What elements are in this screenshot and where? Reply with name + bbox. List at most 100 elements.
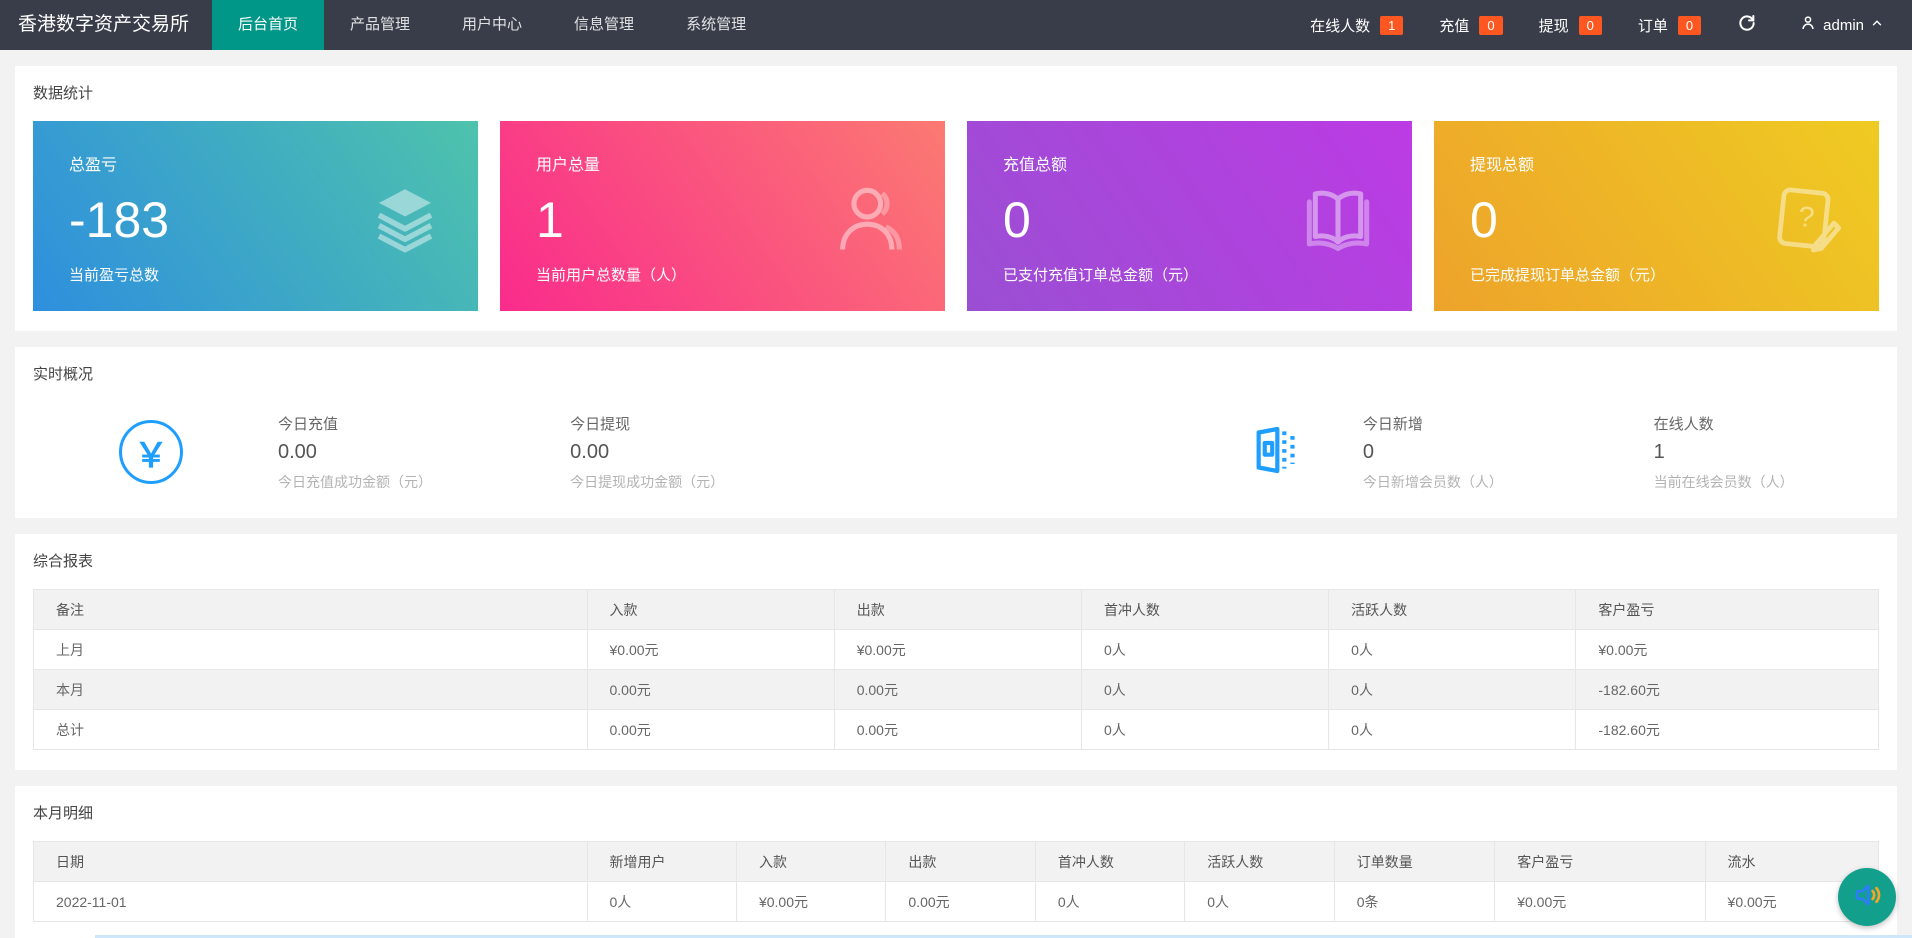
cell: 0人 [1328, 709, 1577, 750]
col-active-users: 活跃人数 [1328, 589, 1577, 630]
card-total-withdraw: 提现总额 0 已完成提现订单总金额（元） ? [1434, 121, 1879, 311]
col-first-charge: 首冲人数 [1080, 589, 1330, 630]
orders-stat[interactable]: 订单 0 [1638, 15, 1702, 36]
table-row-total: 总计 0.00元 0.00元 0人 0人 -182.60元 [33, 709, 1879, 750]
nav-item-users[interactable]: 用户中心 [436, 0, 548, 50]
nav-item-products[interactable]: 产品管理 [324, 0, 436, 50]
realtime-panel-title: 实时概况 [33, 366, 94, 383]
refresh-button[interactable] [1737, 13, 1757, 38]
card-subtitle: 当前盈亏总数 [69, 267, 160, 284]
user-icon [1793, 14, 1823, 36]
cell: -182.60元 [1575, 709, 1879, 750]
stats-panel-title: 数据统计 [33, 85, 94, 102]
cell: 0人 [1080, 709, 1330, 750]
cell: ¥0.00元 [586, 629, 835, 670]
cell: ¥0.00元 [833, 629, 1082, 670]
table-row-date: 2022-11-01 0人 ¥0.00元 0.00元 0人 0人 0条 ¥0.0… [33, 881, 1880, 922]
nav-item-home[interactable]: 后台首页 [212, 0, 325, 50]
online-count-stat[interactable]: 在线人数 1 [1310, 15, 1404, 36]
card-subtitle: 已支付充值订单总金额（元） [1003, 267, 1199, 284]
metric-value: 0 [1362, 440, 1374, 463]
cell: ¥0.00元 [735, 881, 887, 922]
withdraw-badge: 0 [1578, 15, 1602, 35]
recharge-label: 充值 [1439, 17, 1470, 35]
card-total-recharge: 充值总额 0 已支付充值订单总金额（元） [967, 121, 1412, 311]
recharge-badge: 0 [1479, 15, 1503, 35]
cell: 0.00元 [586, 709, 835, 750]
month-detail-title: 本月明细 [33, 805, 94, 822]
metric-desc: 今日提现成功金额（元） [570, 473, 725, 490]
user-name: admin [1823, 16, 1864, 34]
cell: 0人 [1328, 629, 1577, 670]
col-deposit: 入款 [735, 841, 887, 882]
col-deposit: 入款 [586, 589, 835, 630]
metric-today-recharge: 今日充值 0.00 今日充值成功金额（元） [278, 413, 475, 492]
card-total-users: 用户总量 1 当前用户总数量（人） [500, 121, 945, 311]
speaker-icon [1850, 878, 1884, 917]
online-count-badge: 1 [1380, 15, 1404, 35]
col-payout: 出款 [885, 841, 1036, 882]
card-title: 提现总额 [1470, 157, 1535, 174]
cell: 0.00元 [833, 709, 1082, 750]
metric-today-withdraw: 今日提现 0.00 今日提现成功金额（元） [570, 413, 852, 492]
cell: 0人 [1034, 881, 1186, 922]
cell: 0人 [1184, 881, 1335, 922]
realtime-panel: 实时概况 ￥ 今日充值 0.00 今日充值成功金额（元） 今日提现 0.00 今… [15, 347, 1897, 518]
table-row-this-month: 本月 0.00元 0.00元 0人 0人 -182.60元 [33, 669, 1879, 710]
recharge-stat[interactable]: 充值 0 [1439, 15, 1503, 36]
cell: 本月 [33, 669, 588, 710]
metric-label: 今日充值 [278, 415, 339, 433]
refresh-icon [1737, 13, 1757, 38]
metric-value: 0.00 [278, 440, 317, 463]
topbar: 香港数字资产交易所 后台首页 产品管理 用户中心 信息管理 系统管理 在线人数 … [0, 0, 1912, 50]
table-row-last-month: 上月 ¥0.00元 ¥0.00元 0人 0人 ¥0.00元 [33, 629, 1879, 670]
app-logo: 香港数字资产交易所 [18, 14, 190, 35]
nav-item-system[interactable]: 系统管理 [660, 0, 772, 50]
user-menu[interactable]: admin [1793, 14, 1890, 36]
orders-badge: 0 [1677, 15, 1702, 35]
cell: 0.00元 [586, 669, 835, 710]
metric-today-new: 今日新增 0 今日新增会员数（人） [1363, 413, 1504, 492]
yen-circle-icon: ￥ [119, 420, 183, 484]
col-date: 日期 [33, 841, 588, 882]
metric-value: 1 [1653, 440, 1665, 463]
cell: 0人 [1080, 629, 1330, 670]
new-member-icon [1247, 422, 1303, 483]
user-icon [829, 178, 911, 265]
stats-panel: 数据统计 总盈亏 -183 当前盈亏总数 用户总量 1 当前用户总数量（人） 充… [15, 66, 1897, 331]
card-subtitle: 当前用户总数量（人） [536, 267, 687, 284]
cell: 0.00元 [885, 881, 1036, 922]
metric-label: 今日提现 [570, 415, 631, 433]
nav-item-info[interactable]: 信息管理 [548, 0, 660, 50]
metric-desc: 当前在线会员数（人） [1653, 473, 1794, 490]
report-panel: 综合报表 备注 入款 出款 首冲人数 活跃人数 客户盈亏 上月 ¥0.00元 ¥… [15, 534, 1897, 770]
main-nav: 后台首页 产品管理 用户中心 信息管理 系统管理 [212, 0, 772, 50]
cell: 0条 [1333, 881, 1496, 922]
col-remark: 备注 [33, 589, 588, 630]
online-count-label: 在线人数 [1310, 17, 1371, 35]
svg-text:?: ? [1797, 201, 1816, 234]
cell: 0.00元 [833, 669, 1082, 710]
report-header-row: 备注 入款 出款 首冲人数 活跃人数 客户盈亏 [33, 589, 1879, 630]
month-detail-panel: 本月明细 日期 新增用户 入款 出款 首冲人数 活跃人数 订单数量 客户盈亏 流… [15, 786, 1897, 938]
detail-header-row: 日期 新增用户 入款 出款 首冲人数 活跃人数 订单数量 客户盈亏 流水 [33, 841, 1880, 882]
withdraw-label: 提现 [1538, 17, 1569, 35]
card-total-profit: 总盈亏 -183 当前盈亏总数 [33, 121, 478, 311]
col-active-users: 活跃人数 [1184, 841, 1335, 882]
cell: ¥0.00元 [1575, 629, 1879, 670]
book-icon [1298, 179, 1378, 264]
card-title: 总盈亏 [69, 157, 118, 174]
layers-icon [366, 179, 444, 262]
col-new-users: 新增用户 [586, 841, 737, 882]
stat-cards: 总盈亏 -183 当前盈亏总数 用户总量 1 当前用户总数量（人） 充值总额 0… [33, 121, 1879, 311]
report-panel-title: 综合报表 [33, 553, 94, 570]
realtime-row: ￥ 今日充值 0.00 今日充值成功金额（元） 今日提现 0.00 今日提现成功… [33, 406, 1879, 498]
withdraw-stat[interactable]: 提现 0 [1539, 15, 1602, 36]
voice-announce-button[interactable] [1838, 868, 1896, 926]
cell: 总计 [33, 709, 588, 750]
card-subtitle: 已完成提现订单总金额（元） [1470, 267, 1666, 284]
col-first-charge: 首冲人数 [1034, 841, 1186, 882]
col-customer-pl: 客户盈亏 [1494, 841, 1706, 882]
topbar-right: 在线人数 1 充值 0 提现 0 订单 0 admin [1274, 0, 1912, 50]
card-title: 充值总额 [1003, 157, 1068, 174]
